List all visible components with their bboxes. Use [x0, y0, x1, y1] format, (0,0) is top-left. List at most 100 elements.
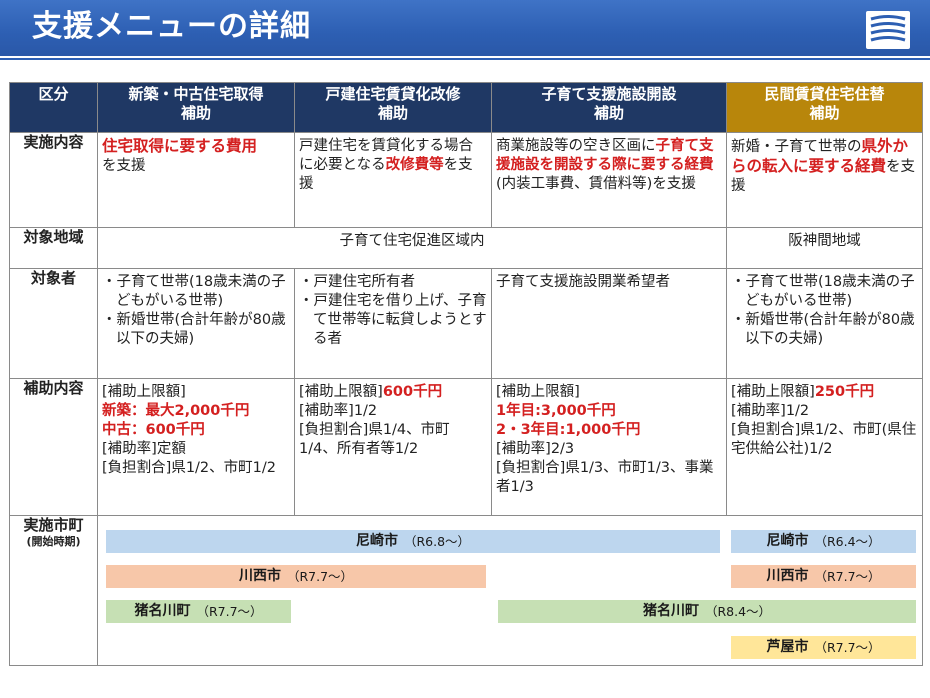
content-text: を支援 — [102, 158, 146, 174]
subsidy-highlight: 250千円 — [814, 384, 875, 400]
content-highlight: 改修費等 — [385, 157, 444, 173]
column-header-housing-acquisition: 新築・中古住宅取得 補助 — [97, 82, 295, 133]
subsidy-text: [負担割合]県1/2、市町1/2 — [102, 460, 276, 476]
prefecture-logo-icon — [866, 11, 910, 49]
bar-period: （R7.7～） — [286, 569, 354, 584]
target-list: 子育て世帯(18歳未満の子どもがいる世帯) 新婚世帯(合計年齢が80歳以下の夫婦… — [731, 273, 918, 349]
subsidy-highlight: 2・3年目:1,000千円 — [496, 422, 641, 438]
list-item: 戸建住宅を借り上げ、子育て世帯等に転貸しようとする者 — [299, 292, 487, 349]
bar-period: （R8.4～） — [704, 604, 772, 619]
content-c2: 戸建住宅を賃貸化する場合に必要となる改修費等を支援 — [294, 132, 492, 228]
column-header-line: 新築・中古住宅取得 — [128, 85, 264, 103]
bar-inagawa-c1: 猪名川町 （R7.7～） — [106, 600, 291, 623]
target-list: 戸建住宅所有者 戸建住宅を借り上げ、子育て世帯等に転貸しようとする者 — [299, 273, 487, 349]
bar-inagawa-c3-4: 猪名川町 （R8.4～） — [498, 600, 916, 623]
subsidy-text: [補助率]2/3 — [496, 441, 575, 457]
bar-name: 川西市 — [238, 568, 281, 584]
target-c3: 子育て支援施設開業希望者 — [491, 268, 727, 379]
subsidy-text: [補助率]1/2 — [731, 403, 810, 419]
subsidy-highlight: 1年目:3,000千円 — [496, 403, 616, 419]
bar-name: 尼崎市 — [766, 533, 809, 549]
row-target: 対象者 子育て世帯(18歳未満の子どもがいる世帯) 新婚世帯(合計年齢が80歳以… — [9, 268, 923, 379]
list-item: 新婚世帯(合計年齢が80歳以下の夫婦) — [731, 311, 918, 349]
subsidy-text: [補助率]1/2 — [299, 403, 378, 419]
target-list: 子育て世帯(18歳未満の子どもがいる世帯) 新婚世帯(合計年齢が80歳以下の夫婦… — [102, 273, 290, 349]
bar-period: （R7.7～） — [814, 569, 881, 584]
list-item: 新婚世帯(合計年齢が80歳以下の夫婦) — [102, 311, 290, 349]
bar-kawanishi-main: 川西市 （R7.7～） — [106, 565, 486, 588]
subsidy-highlight: 600千円 — [382, 384, 443, 400]
target-c1: 子育て世帯(18歳未満の子どもがいる世帯) 新婚世帯(合計年齢が80歳以下の夫婦… — [97, 268, 295, 379]
subsidy-text: [補助率]定額 — [102, 441, 186, 457]
subsidy-text: [補助上限額] — [731, 384, 815, 400]
row-content: 実施内容 住宅取得に要する費用 を支援 戸建住宅を賃貸化する場合に必要となる改修… — [9, 132, 923, 228]
row-label-area: 対象地域 — [9, 227, 98, 269]
subsidy-line: [補助上限額]600千円 — [299, 383, 487, 402]
row-label-implementation: 実施市町 (開始時期) — [9, 515, 98, 666]
bar-name: 芦屋市 — [766, 639, 809, 655]
column-header-rental-conversion: 戸建住宅賃貸化改修 補助 — [294, 82, 492, 133]
content-c1: 住宅取得に要する費用 を支援 — [97, 132, 295, 228]
bar-amagasaki-c4: 尼崎市 （R6.4～） — [731, 530, 916, 553]
subsidy-text: [補助上限額] — [299, 384, 383, 400]
bar-name: 尼崎市 — [355, 533, 398, 549]
row-label-target: 対象者 — [9, 268, 98, 379]
row-subsidy: 補助内容 [補助上限額] 新築：最大2,000千円 中古：600千円 [補助率]… — [9, 378, 923, 516]
area-c1-3: 子育て住宅促進区域内 — [97, 227, 727, 269]
bar-amagasaki-main: 尼崎市 （R6.8～） — [106, 530, 720, 553]
subsidy-text: [負担割合]県1/2、市町(県住宅供給公社)1/2 — [731, 422, 917, 457]
column-header-line: 子育て支援施設開設 — [541, 85, 677, 103]
column-header-category: 区分 — [9, 82, 98, 133]
content-c3: 商業施設等の空き区画に子育て支援施設を開設する際に要する経費(内装工事費、賃借料… — [491, 132, 727, 228]
bar-period: （R6.8～） — [403, 534, 471, 549]
subsidy-c3: [補助上限額] 1年目:3,000千円 2・3年目:1,000千円 [補助率]2… — [491, 378, 727, 516]
subsidy-text: [補助上限額] — [496, 384, 580, 400]
target-c4: 子育て世帯(18歳未満の子どもがいる世帯) 新婚世帯(合計年齢が80歳以下の夫婦… — [726, 268, 923, 379]
area-c4: 阪神間地域 — [726, 227, 923, 269]
page-title: 支援メニューの詳細 — [32, 9, 311, 44]
header-underline — [0, 58, 930, 60]
row-label-subsidy: 補助内容 — [9, 378, 98, 516]
implementation-timeline: 尼崎市 （R6.8～） 尼崎市 （R6.4～） 川西市 （R7.7～） 川西市 （R7.… — [97, 515, 923, 666]
support-menu-table: 区分 新築・中古住宅取得 補助 戸建住宅賃貸化改修 補助 子育て支援施設開設 補… — [9, 82, 923, 666]
row-label-content: 実施内容 — [9, 132, 98, 228]
bar-period: （R7.7～） — [196, 604, 263, 619]
column-header-line: 民間賃貸住宅住替 — [764, 85, 885, 103]
subsidy-text: [負担割合]県1/4、市町1/4、所有者等1/2 — [299, 422, 450, 457]
list-item: 子育て世帯(18歳未満の子どもがいる世帯) — [731, 273, 918, 311]
bar-name: 川西市 — [766, 568, 809, 584]
bar-kawanishi-c4: 川西市 （R7.7～） — [731, 565, 916, 588]
column-header-line: 補助 — [180, 104, 211, 122]
column-header-childcare-facility: 子育て支援施設開設 補助 — [491, 82, 727, 133]
content-highlight: 住宅取得に要する費用 — [102, 137, 258, 155]
implementation-sublabel: (開始時期) — [26, 535, 81, 548]
content-c4: 新婚・子育て世帯の県外からの転入に要する経費を支援 — [726, 132, 923, 228]
content-text: 商業施設等の空き区画に — [496, 138, 656, 154]
list-item: 戸建住宅所有者 — [299, 273, 487, 292]
column-header-line: 戸建住宅賃貸化改修 — [325, 85, 461, 103]
column-header-line: 補助 — [809, 104, 840, 122]
target-c2: 戸建住宅所有者 戸建住宅を借り上げ、子育て世帯等に転貸しようとする者 — [294, 268, 492, 379]
subsidy-text: [補助上限額] — [102, 384, 186, 400]
bar-name: 猪名川町 — [642, 603, 699, 619]
content-text: 新婚・子育て世帯の — [731, 139, 862, 155]
subsidy-c2: [補助上限額]600千円 [補助率]1/2 [負担割合]県1/4、市町1/4、所… — [294, 378, 492, 516]
row-area: 対象地域 子育て住宅促進区域内 阪神間地域 — [9, 227, 923, 269]
column-header-rental-relocation: 民間賃貸住宅住替 補助 — [726, 82, 923, 133]
column-header-line: 補助 — [377, 104, 408, 122]
column-header-line: 補助 — [593, 104, 624, 122]
subsidy-c1: [補助上限額] 新築：最大2,000千円 中古：600千円 [補助率]定額 [負… — [97, 378, 295, 516]
bar-period: （R6.4～） — [814, 534, 881, 549]
table-header-row: 区分 新築・中古住宅取得 補助 戸建住宅賃貸化改修 補助 子育て支援施設開設 補… — [9, 82, 923, 133]
content-text: (内装工事費、賃借料等)を支援 — [496, 176, 696, 192]
bar-ashiya-c4: 芦屋市 （R7.7～） — [731, 636, 916, 659]
subsidy-highlight: 新築：最大2,000千円 — [102, 403, 250, 419]
subsidy-c4: [補助上限額]250千円 [補助率]1/2 [負担割合]県1/2、市町(県住宅供… — [726, 378, 923, 516]
list-item: 子育て世帯(18歳未満の子どもがいる世帯) — [102, 273, 290, 311]
bar-name: 猪名川町 — [134, 603, 191, 619]
subsidy-line: [補助上限額]250千円 — [731, 383, 918, 402]
subsidy-highlight: 中古：600千円 — [102, 422, 205, 438]
bar-period: （R7.7～） — [814, 640, 881, 655]
subsidy-text: [負担割合]県1/3、市町1/3、事業者1/3 — [496, 460, 714, 495]
row-implementation: 実施市町 (開始時期) 尼崎市 （R6.8～） 尼崎市 （R6.4～） 川西市 （R7… — [9, 515, 923, 666]
